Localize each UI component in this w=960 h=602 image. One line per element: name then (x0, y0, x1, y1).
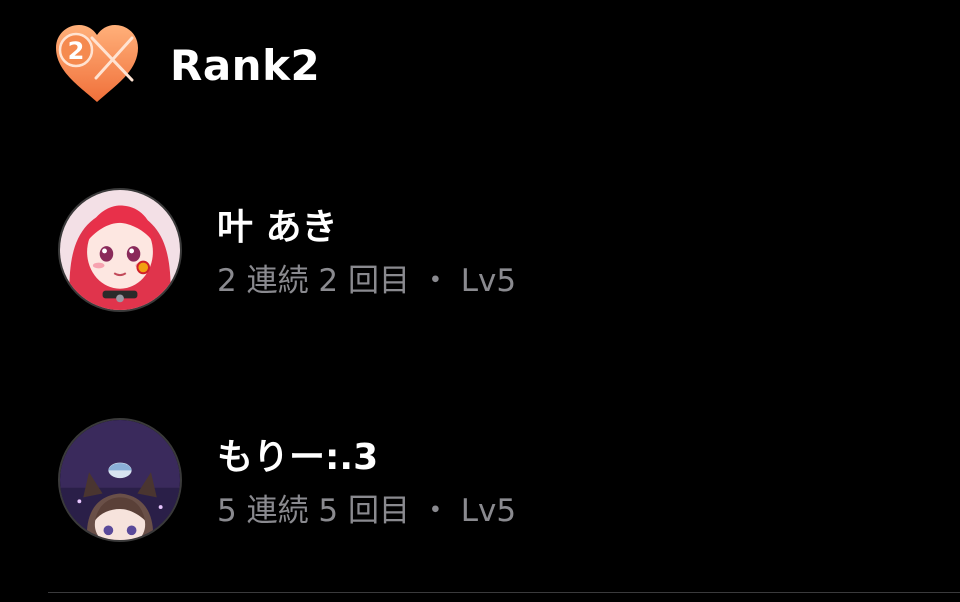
rank-title: Rank2 (170, 41, 321, 90)
heart-badge-icon: 2 (56, 25, 138, 102)
avatar-image (60, 420, 180, 540)
user-name: 叶 あき (217, 207, 338, 248)
avatar-image (60, 190, 180, 310)
list-item[interactable]: 叶 あき 2 連続 2 回目 ・ Lv5 (0, 180, 960, 320)
svg-text:2: 2 (68, 37, 85, 65)
divider (48, 592, 960, 593)
avatar[interactable] (58, 418, 182, 542)
avatar[interactable] (58, 188, 182, 312)
user-name: もりー:.3 (217, 437, 379, 478)
rank-header: 2 (52, 22, 142, 106)
user-meta: 5 連続 5 回目 ・ Lv5 (217, 493, 517, 529)
list-item[interactable]: もりー:.3 5 連続 5 回目 ・ Lv5 (0, 410, 960, 550)
user-meta: 2 連続 2 回目 ・ Lv5 (217, 263, 517, 299)
